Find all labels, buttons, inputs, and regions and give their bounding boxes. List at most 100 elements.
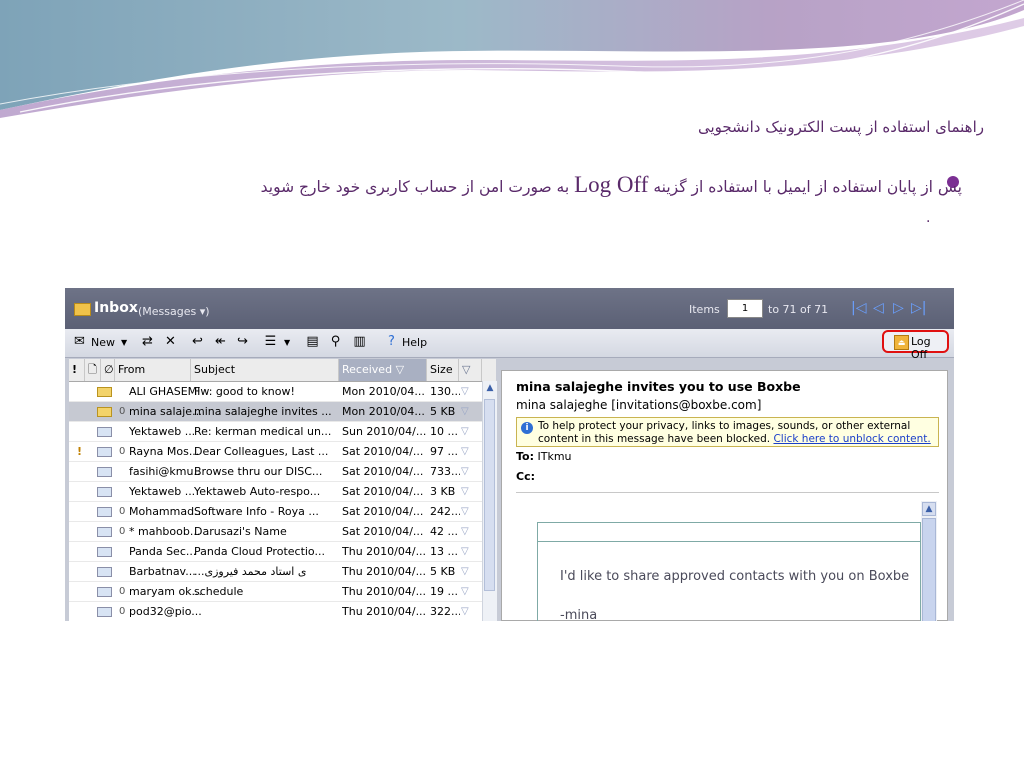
reading-pane-scrollbar[interactable]: ▲ [921,501,937,621]
read-envelope-icon [97,567,112,577]
message-row[interactable]: fasihi@kmu... Browse thru our DISC... Sat … [69,462,482,482]
body-line-2: -mina [560,608,598,621]
delete-icon[interactable]: ✕ [162,334,179,350]
forward-icon[interactable]: ↪ [234,334,251,350]
read-envelope-icon [97,447,112,457]
message-size: 733... [430,465,460,478]
logoff-button[interactable]: ⏏ Log Off [882,330,949,361]
flag-icon[interactable]: ▽ [461,482,469,502]
address-book-icon[interactable]: ▤ [304,334,321,350]
message-subject-cell: Re: kerman medical un... [194,425,332,438]
message-subject-cell: Yektaweb Auto-respo... [194,485,321,498]
previous-page-icon[interactable]: ◁ [873,300,884,316]
new-message-icon[interactable]: ✉ [71,334,88,350]
column-received[interactable]: Received ▽ [339,359,427,381]
flag-icon[interactable]: ▽ [461,602,469,621]
reply-all-icon[interactable]: ↞ [212,334,229,350]
new-button[interactable]: New [91,334,115,351]
toolbar: ✉ New ▼ ⇄ ✕ ↩ ↞ ↪ ☰ ▼ ▤ ⚲ ▥ ? Help ⏏ Log… [65,329,954,361]
message-from: Yektaweb ... [129,425,196,438]
message-row[interactable]: Yektaweb ... Yektaweb Auto-respo... Sat 20… [69,482,482,502]
message-received: Thu 2010/04/... [342,565,426,578]
help-button[interactable]: Help [402,334,427,351]
flag-icon[interactable]: ▽ [461,522,469,542]
bullet-text-after: به صورت امن از حساب کاربری خود خارج شوید [260,178,570,196]
flag-icon[interactable]: ▽ [461,382,469,402]
column-importance[interactable]: ! [69,359,85,381]
message-from: Yektaweb ... [129,485,196,498]
column-received-label: Received [342,363,393,376]
flag-icon[interactable]: ▽ [461,442,469,462]
column-from[interactable]: From [115,359,191,381]
message-list-scrollbar[interactable]: ▲ [482,381,497,621]
message-size: 13 ... [430,545,458,558]
first-page-icon[interactable]: |◁ [851,300,866,316]
flag-icon[interactable]: ▽ [461,462,469,482]
view-selector[interactable]: (Messages ▾) [138,305,210,318]
column-size[interactable]: Size [427,359,459,381]
blocked-content-infobar: i To help protect your privacy, links to… [516,417,939,447]
message-row[interactable]: 0 * mahboob... Darusazi's Name Sat 2010/04/… [69,522,482,542]
read-envelope-icon [97,487,112,497]
column-flag-icon[interactable]: ▽ [459,359,482,381]
help-icon[interactable]: ? [383,334,400,350]
flag-icon[interactable]: ▽ [461,542,469,562]
message-received: Thu 2010/04/... [342,605,426,618]
flag-icon[interactable]: ▽ [461,562,469,582]
message-from: maryam ok... [129,585,201,598]
message-row[interactable]: 0 mina salaje... mina salajeghe invites ..… [69,402,482,422]
message-row[interactable]: 0 pod32@pio... Thu 2010/04/... 322... ▽ [69,602,482,621]
owa-header: Inbox (Messages ▾) Items 1 to 71 of 71 |… [65,288,954,329]
message-row[interactable]: 0 Mohammad... Software Info - Roya ... Sat … [69,502,482,522]
message-subject-cell: Software Info - Roya ... [194,505,319,518]
message-received: Thu 2010/04/... [342,545,426,558]
message-row[interactable]: Panda Sec... Panda Cloud Protectio... Thu … [69,542,482,562]
view-dropdown-chevron-icon[interactable]: ▼ [284,334,290,351]
scroll-thumb[interactable] [484,399,495,591]
message-row[interactable]: Barbatnav... ...ی استاد محمد فیروزی Thu 20… [69,562,482,582]
read-envelope-icon [97,607,112,617]
column-subject[interactable]: Subject [191,359,339,381]
reply-icon[interactable]: ↩ [189,334,206,350]
message-size: 97 ... [430,445,458,458]
view-options-icon[interactable]: ☰ [262,334,279,350]
message-row[interactable]: ALI GHASEMI Fw: good to know! Mon 2010/04.… [69,382,482,402]
reading-scroll-thumb[interactable] [922,518,936,621]
last-page-icon[interactable]: ▷| [911,300,926,316]
message-row[interactable]: ! 0 Rayna Mos... Dear Colleagues, Last ... S… [69,442,482,462]
move-icon[interactable]: ⇄ [139,334,156,350]
message-size: 322... [430,605,460,618]
column-attachment-icon[interactable]: ∅ [101,359,115,381]
flag-icon[interactable]: ▽ [461,502,469,522]
message-row[interactable]: Yektaweb ... Re: kerman medical un... Sun … [69,422,482,442]
message-received: Sat 2010/04/... [342,465,424,478]
directory-icon[interactable]: ▥ [351,334,368,350]
attachment-icon: 0 [119,586,126,597]
unread-envelope-icon [97,387,112,397]
message-from: mina salaje... [129,405,201,418]
scroll-up-icon[interactable]: ▲ [484,383,496,397]
owa-screenshot: Inbox (Messages ▾) Items 1 to 71 of 71 |… [65,288,954,621]
message-received: Thu 2010/04/... [342,585,426,598]
message-sender: mina salajeghe [invitations@boxbe.com] [516,398,762,412]
sort-indicator-icon: ▽ [395,363,405,376]
column-type-icon[interactable]: 🗋 [85,359,101,381]
next-page-icon[interactable]: ▷ [893,300,904,316]
new-dropdown-chevron-icon[interactable]: ▼ [121,334,127,351]
message-from: Mohammad... [129,505,201,518]
bullet-period: . [926,210,931,226]
message-size: 5 KB [430,565,456,578]
unblock-content-link[interactable]: Click here to unblock content. [773,433,930,445]
flag-icon[interactable]: ▽ [461,422,469,442]
message-size: 130... [430,385,460,398]
reading-scroll-up-icon[interactable]: ▲ [922,502,936,516]
header-wave-decoration [0,0,1024,118]
message-received: Sun 2010/04/... [342,425,426,438]
flag-icon[interactable]: ▽ [461,582,469,602]
to-label: To: [516,450,534,463]
find-icon[interactable]: ⚲ [327,334,344,350]
message-subject-cell: ...ی استاد محمد فیروزی [194,565,307,578]
page-number-input[interactable]: 1 [727,299,763,318]
flag-icon[interactable]: ▽ [461,402,469,422]
message-row[interactable]: 0 maryam ok... schedule Thu 2010/04/... 19 .… [69,582,482,602]
